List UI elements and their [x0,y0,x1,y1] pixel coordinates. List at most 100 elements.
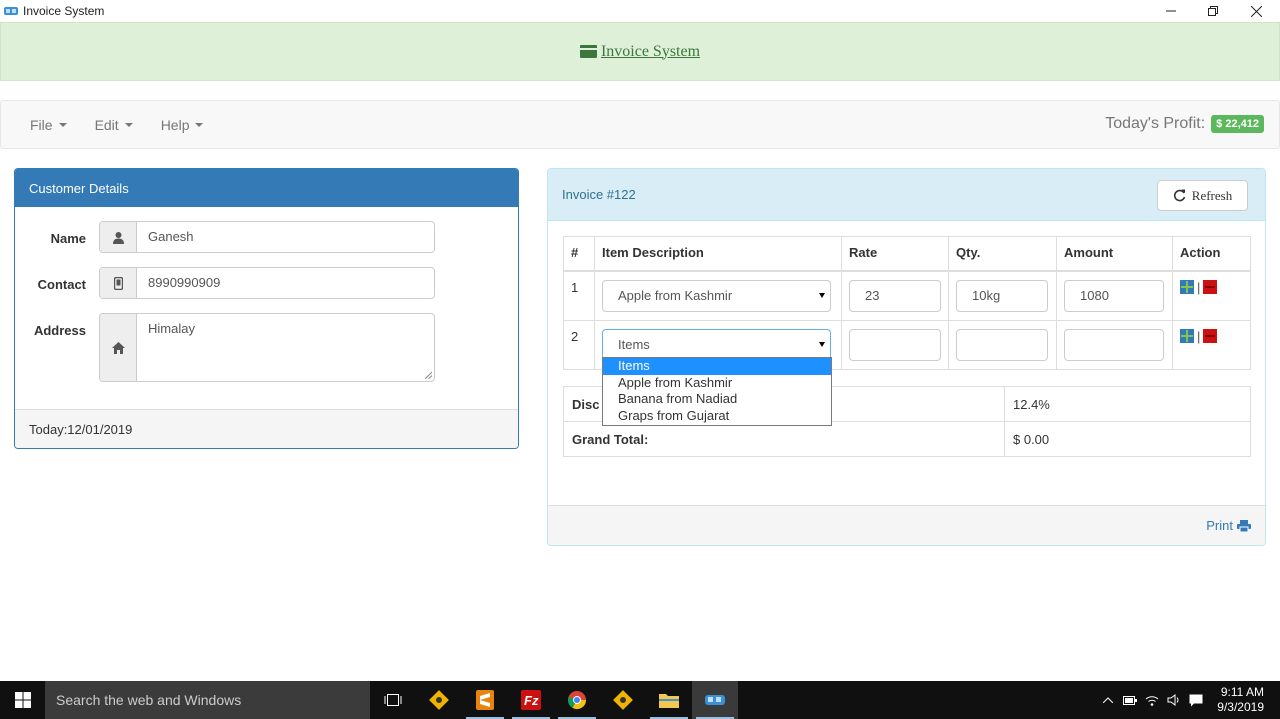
item-select[interactable]: Items [602,328,831,361]
items-table: # Item Description Rate Qty. Amount Acti… [563,236,1251,370]
system-tray: 9:11 AM 9/3/2019 [1097,681,1280,719]
clock-date: 9/3/2019 [1217,700,1264,714]
volume-icon[interactable] [1163,694,1185,706]
git-icon [429,690,449,710]
restore-icon [1208,6,1218,16]
chrome-icon [567,691,586,710]
close-icon [1250,5,1262,17]
printer-icon [1237,519,1251,532]
taskbar-app-invoice-system[interactable] [692,681,738,719]
invoice-title: Invoice #122 [562,187,636,202]
phone-icon [100,268,137,298]
invoice-panel-header: Invoice #122 Refresh [548,169,1265,221]
qty-input[interactable]: 10kg [956,279,1048,312]
col-amount: Amount [1056,236,1173,272]
taskbar-app-explorer[interactable] [646,681,692,719]
grand-total-row: Grand Total: $ 0.00 [563,421,1251,457]
brand-title: Invoice System [600,42,701,60]
address-field[interactable]: Himalay [137,314,434,381]
grand-total-label: Grand Total: [563,421,1005,457]
amount-input[interactable]: 1080 [1064,279,1164,312]
col-rate: Rate [841,236,949,272]
window-titlebar: Invoice System [0,0,1280,22]
menu-help-label: Help [160,116,190,133]
row-number: 2 [563,319,595,370]
taskbar-search[interactable]: Search the web and Windows [45,681,370,719]
add-row-icon[interactable] [1180,280,1194,294]
refresh-button[interactable]: Refresh [1157,180,1248,211]
user-icon [100,222,137,252]
restore-button[interactable] [1192,0,1234,22]
sublime-text-icon [476,690,494,710]
rate-input[interactable]: 23 [849,279,941,312]
today-date: Today:12/01/2019 [15,409,518,448]
col-number: # [563,236,595,272]
discount-value: 12.4% [1004,386,1251,422]
qty-input[interactable] [956,328,1048,361]
address-input-group: Himalay [99,313,435,382]
app-logo-icon [705,695,725,705]
amount-input[interactable] [1064,328,1164,361]
show-hidden-icons[interactable] [1097,697,1119,703]
window-title: Invoice System [23,4,105,18]
caret-down-icon [195,122,204,127]
dropdown-option[interactable]: Apple from Kashmir [603,375,831,392]
battery-icon[interactable] [1119,695,1141,705]
task-view-button[interactable] [370,681,416,719]
contact-label: Contact [37,277,86,292]
notifications-icon[interactable] [1185,694,1207,707]
taskbar-app-git-2[interactable] [600,681,646,719]
menu-file[interactable]: File [16,101,81,148]
menu-edit[interactable]: Edit [81,101,147,148]
remove-row-icon[interactable] [1203,329,1218,343]
add-row-icon[interactable] [1180,329,1194,343]
menu-help[interactable]: Help [147,101,218,148]
row-actions: | [1180,329,1243,344]
start-button[interactable] [0,681,45,719]
taskbar-app-chrome[interactable] [554,681,600,719]
git-icon [613,690,633,710]
contact-field[interactable]: 8990990909 [137,268,434,298]
action-separator: | [1197,279,1201,295]
app-logo-icon [4,7,18,15]
row-actions: | [1180,280,1243,295]
menu-edit-label: Edit [94,116,119,133]
item-dropdown-list: Items Apple from Kashmir Banana from Nad… [602,357,832,426]
name-field[interactable]: Ganesh [137,222,434,252]
folder-icon [659,694,679,708]
home-icon [100,314,137,381]
credit-card-icon [579,45,597,58]
taskbar-clock[interactable]: 9:11 AM 9/3/2019 [1207,685,1280,715]
filezilla-icon: Fz [521,690,541,710]
taskbar-app-filezilla[interactable]: Fz [508,681,554,719]
taskbar-app-git[interactable] [416,681,462,719]
dropdown-option[interactable]: Items [603,358,831,375]
close-button[interactable] [1235,0,1277,22]
minimize-button[interactable] [1150,0,1192,22]
refresh-icon [1173,189,1186,202]
item-select[interactable]: Apple from Kashmir [602,279,831,312]
col-item-description: Item Description [594,236,842,272]
col-qty: Qty. [948,236,1057,272]
invoice-footer: Print [548,505,1265,545]
item-select-value: Apple from Kashmir [618,287,733,303]
print-link[interactable]: Print [1206,518,1251,533]
customer-panel-title: Customer Details [15,169,518,207]
name-input-group: Ganesh [99,221,435,253]
remove-row-icon[interactable] [1203,280,1218,294]
address-label: Address [33,323,86,338]
name-label: Name [50,231,86,246]
action-separator: | [1197,328,1201,344]
rate-input[interactable] [849,328,941,361]
caret-down-icon [124,122,133,127]
brand-header: Invoice System [0,22,1280,81]
dropdown-option[interactable]: Graps from Gujarat [603,408,831,425]
brand-link[interactable]: Invoice System [579,42,701,61]
customer-details-panel: Customer Details Name Ganesh Contact 899… [14,168,519,449]
taskbar-app-sublime[interactable] [462,681,508,719]
contact-input-group: 8990990909 [99,267,435,299]
wifi-icon[interactable] [1141,695,1163,706]
dropdown-option[interactable]: Banana from Nadiad [603,391,831,408]
resize-handle-icon [425,372,432,379]
windows-logo-icon [14,692,31,708]
